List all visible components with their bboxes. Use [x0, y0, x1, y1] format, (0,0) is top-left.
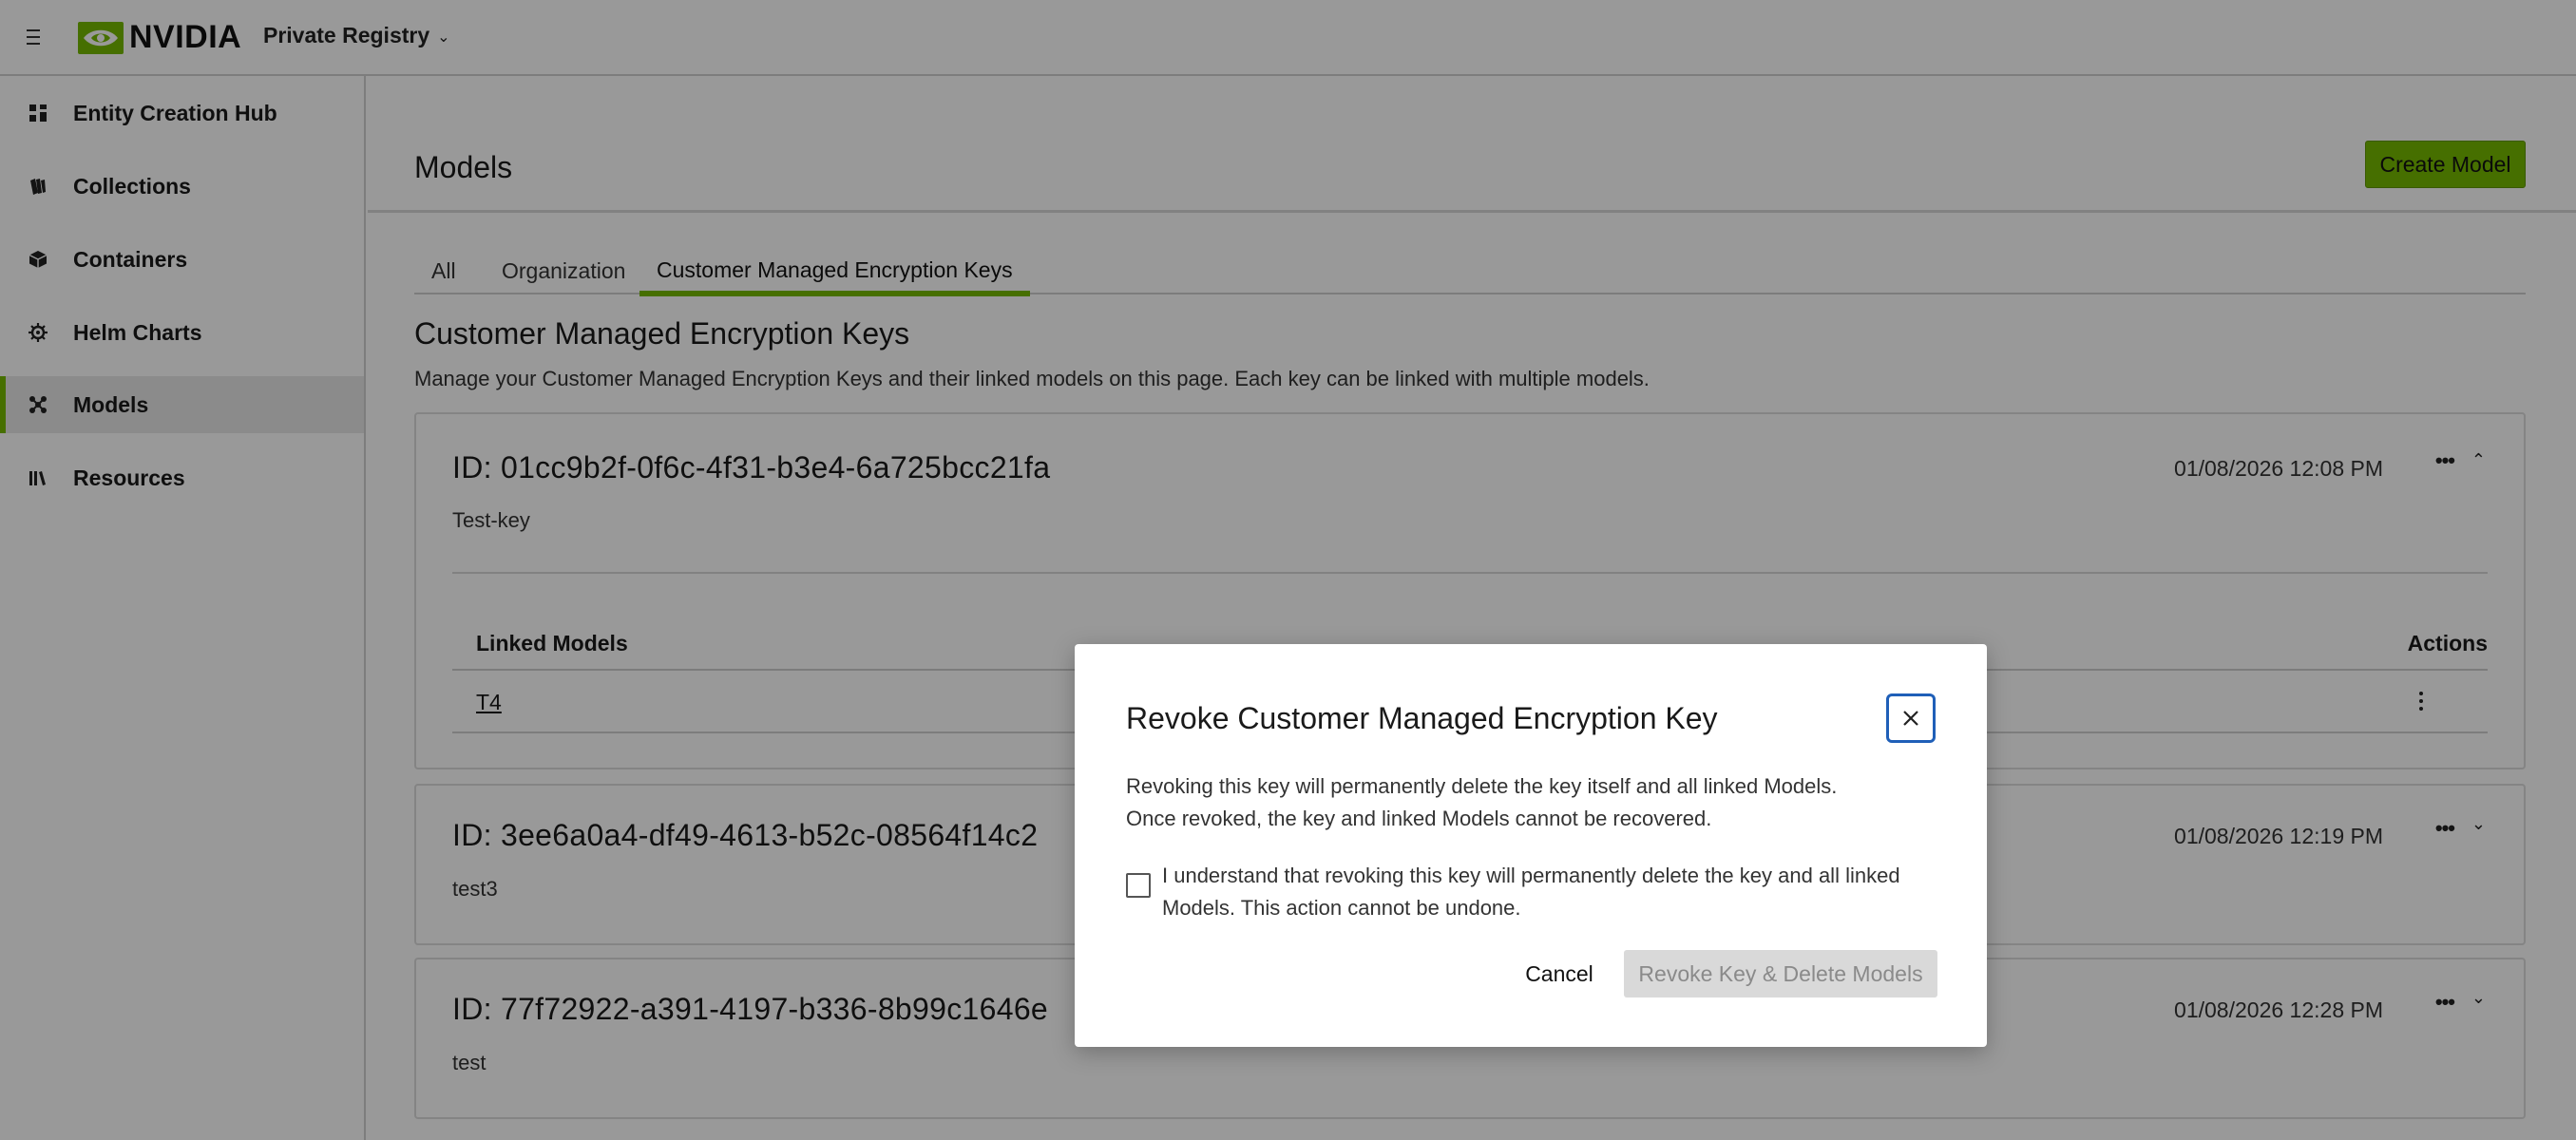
revoke-key-delete-models-button[interactable]: Revoke Key & Delete Models — [1624, 950, 1937, 998]
confirm-checkbox-label[interactable]: I understand that revoking this key will… — [1162, 860, 1941, 924]
revoke-key-dialog: Revoke Customer Managed Encryption Key R… — [1075, 644, 1987, 1047]
confirm-checkbox[interactable] — [1126, 873, 1151, 898]
cancel-button[interactable]: Cancel — [1515, 950, 1604, 998]
close-button[interactable] — [1886, 694, 1936, 743]
dialog-message-line: Once revoked, the key and linked Models … — [1126, 807, 1712, 830]
dialog-message: Revoking this key will permanently delet… — [1126, 770, 1943, 835]
dialog-message-line: Revoking this key will permanently delet… — [1126, 774, 1838, 798]
dialog-title: Revoke Customer Managed Encryption Key — [1126, 701, 1718, 735]
close-icon — [1903, 711, 1918, 726]
